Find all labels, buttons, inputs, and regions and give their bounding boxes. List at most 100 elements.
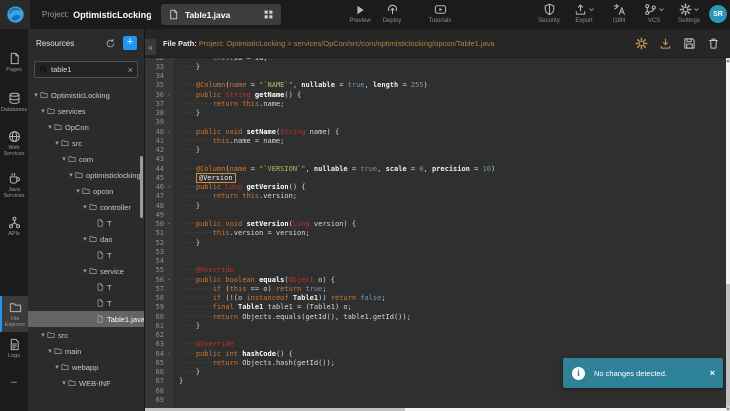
top-toolbar: Project: OptimisticLocking › Table1.java… [0, 0, 730, 29]
expand-caret-icon: ▾ [67, 171, 75, 179]
line-number: 36- [145, 91, 173, 99]
tree-item-optimisticlocking[interactable]: ▾OptimisticLocking [28, 87, 145, 103]
vcs-button[interactable]: VCS [641, 2, 667, 24]
code-line-40: ····public void setName(String name) { [179, 128, 339, 137]
tree-item-web-inf[interactable]: ▾WEB-INF [28, 375, 145, 391]
fold-marker[interactable]: - [167, 128, 171, 136]
editor-vertical-scrollbar[interactable]: ▲ ▼ [726, 58, 730, 411]
code-line-63: ····@Override [179, 340, 234, 349]
editor-settings-gear-icon[interactable] [635, 37, 648, 50]
tree-item-t[interactable]: T [28, 295, 145, 311]
folder-icon [82, 187, 90, 195]
sidebar-item-more[interactable]: ••• [0, 380, 28, 386]
folder-icon [68, 155, 76, 163]
tree-item-controller[interactable]: ▾controller [28, 199, 145, 215]
line-number: 45 [145, 174, 173, 182]
fold-marker[interactable]: - [167, 220, 171, 228]
sidebar-item-apis[interactable]: APIs [0, 216, 28, 237]
fold-marker[interactable]: - [167, 350, 171, 358]
tree-item-t[interactable]: T [28, 247, 145, 263]
tree-item-label: WEB-INF [79, 379, 111, 388]
code-line-33: ····} [179, 63, 200, 72]
sidebar-item-logs[interactable]: Logs [0, 338, 28, 359]
refresh-icon[interactable] [105, 38, 116, 49]
user-avatar[interactable]: SR [709, 5, 727, 23]
tree-item-opcon[interactable]: ▾opcon [28, 183, 145, 199]
tree-item-label: service [100, 267, 124, 276]
folder-icon [89, 235, 97, 243]
file-icon [96, 251, 104, 259]
folder-icon [89, 203, 97, 211]
toast-close-icon[interactable]: × [710, 368, 715, 378]
tree-item-service[interactable]: ▾service [28, 263, 145, 279]
sidebar-item-label: Databases [1, 107, 27, 113]
highlighted-occurrence: @Version [196, 173, 236, 183]
tree-item-optimisticlocking[interactable]: ▾optimisticlocking [28, 167, 145, 183]
tree-scrollbar-thumb[interactable] [140, 156, 143, 218]
export-button[interactable]: Export [571, 2, 597, 24]
scroll-up-arrow-icon[interactable]: ▲ [726, 58, 730, 63]
brand-logo[interactable] [0, 0, 30, 29]
code-line-56: ····public boolean equals(Object o) { [179, 276, 335, 285]
project-switcher[interactable]: Project: OptimisticLocking [42, 0, 152, 29]
tree-item-t[interactable]: T [28, 215, 145, 231]
tree-item-t[interactable]: T [28, 279, 145, 295]
fold-marker[interactable]: - [167, 276, 171, 284]
sidebar-item-file-explorer[interactable]: File Explorer [0, 296, 28, 332]
sidebar-item-web-services[interactable]: Web Services [0, 130, 28, 158]
export-icon [574, 3, 587, 16]
vertical-scroll-thumb[interactable] [726, 284, 730, 406]
tree-item-src[interactable]: ▾src [28, 135, 145, 151]
code-line-47: ········return this.version; [179, 192, 297, 201]
open-file-tab[interactable]: Table1.java [161, 4, 281, 25]
fold-marker[interactable]: - [167, 183, 171, 191]
sidebar-item-java-services[interactable]: Java Services [0, 172, 28, 200]
folder-icon [40, 91, 48, 99]
line-number: 64- [145, 350, 173, 358]
expand-caret-icon: ▾ [39, 331, 47, 339]
add-resource-button[interactable]: + [123, 36, 137, 50]
settings-button[interactable]: Settings [676, 2, 702, 24]
project-name: OptimisticLocking [73, 10, 152, 20]
i18n-button[interactable]: I18N [606, 2, 632, 24]
file-path-label: File Path: [163, 39, 197, 48]
tree-item-dao[interactable]: ▾dao [28, 231, 145, 247]
tree-item-src[interactable]: ▾src [28, 327, 145, 343]
tree-item-com[interactable]: ▾com [28, 151, 145, 167]
tree-item-webapp[interactable]: ▾webapp [28, 359, 145, 375]
open-file-tab-label: Table1.java [185, 10, 257, 20]
sidebar-item-pages[interactable]: Pages [0, 52, 28, 73]
line-number: 65 [145, 359, 173, 367]
save-file-icon[interactable] [683, 37, 696, 50]
deploy-button[interactable]: Deploy [372, 2, 412, 24]
security-button[interactable]: Security [536, 2, 562, 24]
search-input[interactable] [51, 65, 125, 74]
tree-item-table1-java[interactable]: Table1.java [28, 311, 145, 327]
tree-item-services[interactable]: ▾services [28, 103, 145, 119]
scroll-down-arrow-icon[interactable]: ▼ [726, 406, 730, 411]
line-number: 66 [145, 368, 173, 376]
line-number: 38 [145, 109, 173, 117]
line-number: 68 [145, 387, 173, 395]
sidebar-item-label: File Explorer [2, 316, 28, 329]
fold-marker[interactable]: - [167, 91, 171, 99]
file-icon [96, 315, 104, 323]
code-line-36: ····public String getName() { [179, 91, 301, 100]
tree-item-main[interactable]: ▾main [28, 343, 145, 359]
delete-file-icon[interactable] [707, 37, 720, 50]
code-line-45: ····@Version [179, 174, 236, 183]
clear-search-icon[interactable]: × [128, 65, 133, 75]
collapse-resources-button[interactable]: « [145, 39, 156, 55]
download-file-icon[interactable] [659, 37, 672, 50]
code-editor[interactable]: 3233343536-37383940-414243444546-4748495… [145, 58, 726, 408]
tree-item-label: controller [100, 203, 131, 212]
branch-icon [644, 3, 657, 16]
tree-item-label: main [65, 347, 81, 356]
search-icon [39, 65, 48, 74]
line-number: 48 [145, 202, 173, 210]
tutorials-button[interactable]: Tutorials [420, 2, 460, 24]
tree-item-label: T [107, 283, 112, 292]
sidebar-item-databases[interactable]: Databases [0, 92, 28, 113]
grid-view-icon[interactable] [263, 9, 274, 20]
tree-item-opcon[interactable]: ▾OpCon [28, 119, 145, 135]
